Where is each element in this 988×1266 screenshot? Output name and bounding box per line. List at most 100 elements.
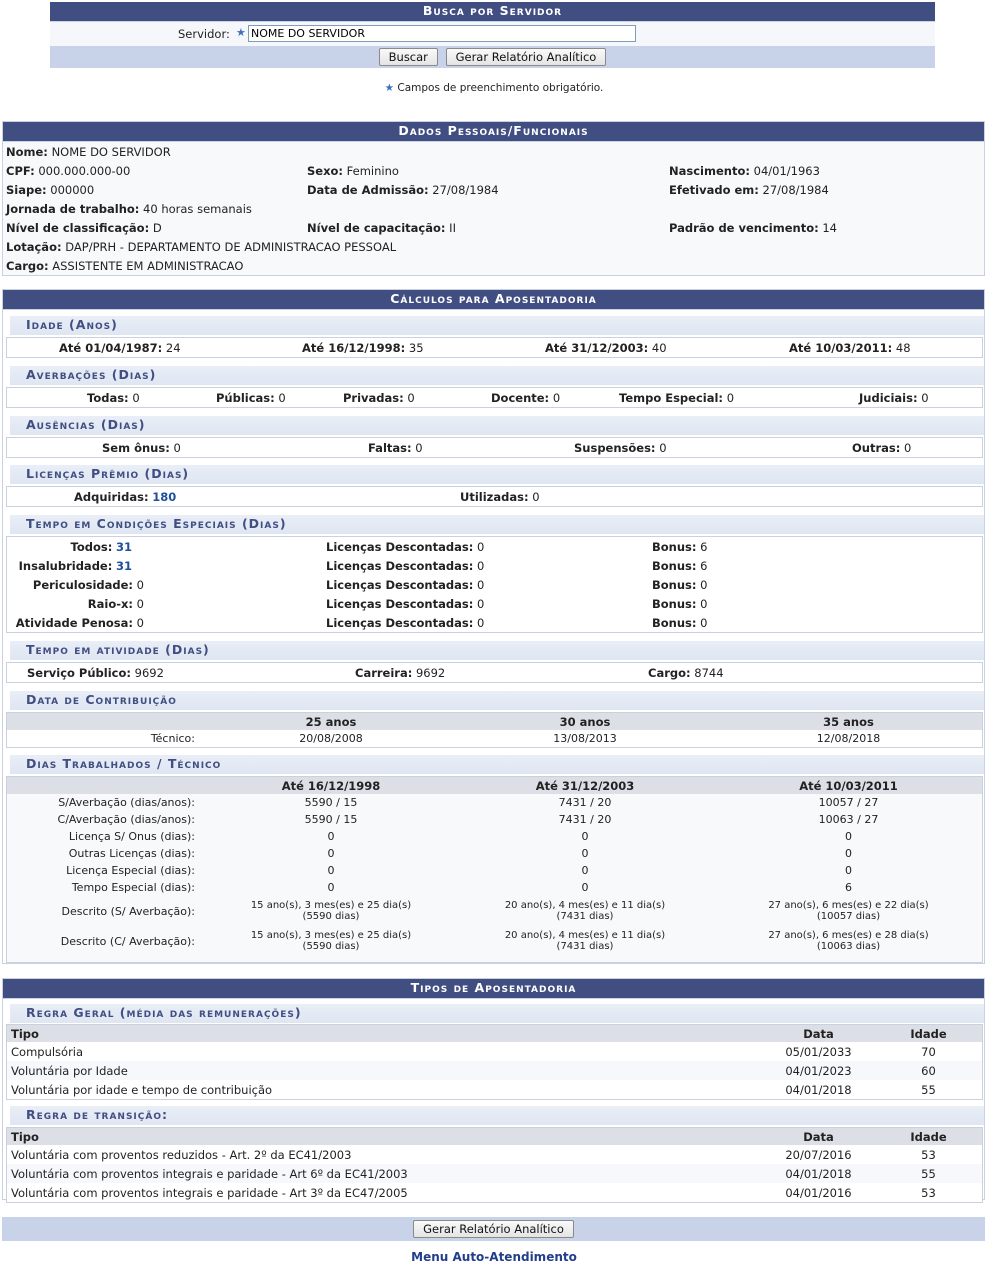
- descrito-line: 20 ano(s), 4 mes(es) e 11 dia(s): [504, 930, 666, 941]
- busca-panel: Busca por Servidor Servidor: ★ Buscar Ge…: [50, 2, 935, 68]
- averbacao-value: 0: [552, 391, 561, 405]
- licencas-descontadas-value: 0: [476, 616, 485, 630]
- tipo-header: Tipo: [7, 1025, 762, 1042]
- bonus-value: 6: [700, 540, 708, 554]
- atividade-value: 9692: [415, 666, 446, 680]
- calculos-panel: Cálculos para Aposentadoria Idade (Anos)…: [2, 289, 985, 964]
- servidor-label: Servidor:: [178, 27, 230, 41]
- gerar-relatorio-footer-button[interactable]: Gerar Relatório Analítico: [413, 1220, 574, 1238]
- dias-cell: 0: [327, 847, 335, 860]
- admissao-label: Data de Admissão:: [307, 183, 429, 197]
- siape-value: 000000: [50, 183, 95, 197]
- tipo-cell: Voluntária por Idade: [7, 1061, 762, 1080]
- ausencia-label: Outras:: [852, 441, 901, 455]
- regra-geral-header: Regra Geral (média das remunerações): [10, 1004, 984, 1023]
- averbacao-label: Todas:: [87, 391, 129, 405]
- ausencia-label: Sem ônus:: [102, 441, 170, 455]
- atividade-label: Carreira:: [355, 666, 413, 680]
- bonus-value: 0: [700, 616, 708, 630]
- table-row: Voluntária com proventos reduzidos - Art…: [7, 1145, 982, 1164]
- idade-value: 35: [408, 341, 424, 355]
- idade-label: Até 01/04/1987:: [59, 341, 163, 355]
- menu-auto-atendimento-link[interactable]: Menu Auto-Atendimento: [0, 1250, 988, 1264]
- bonus-label: Bonus:: [652, 578, 697, 592]
- dias-row-label: Licença S/ Onus (dias):: [68, 830, 195, 843]
- cargo-value: ASSISTENTE EM ADMINISTRACAO: [52, 259, 244, 273]
- averbacao-value: 0: [921, 391, 929, 405]
- tipo-cell: Voluntária com proventos integrais e par…: [7, 1164, 762, 1183]
- dias-row-label: Licença Especial (dias):: [66, 864, 195, 877]
- licencas-descontadas-label: Licenças Descontadas:: [326, 597, 474, 611]
- dias-cell: 5590 / 15: [304, 796, 358, 809]
- dias-header-cell: Até 10/03/2011: [715, 777, 982, 794]
- idade-value: 48: [895, 341, 911, 355]
- atividade-header: Tempo em atividade (Dias): [10, 641, 984, 660]
- dias-cell: 0: [327, 830, 335, 843]
- licencas-descontadas-value: 0: [476, 540, 485, 554]
- dados-pessoais-panel: Dados Pessoais/Funcionais Nome: NOME DO …: [2, 121, 985, 276]
- averbacao-value: 0: [278, 391, 286, 405]
- idade-cell: 53: [921, 1185, 936, 1200]
- dias-cell: 0: [581, 881, 589, 894]
- ausencia-value: 0: [659, 441, 667, 455]
- dias-row-label: C/Averbação (dias/anos):: [57, 813, 195, 826]
- bonus-value: 0: [700, 578, 708, 592]
- dados-body: Nome: NOME DO SERVIDOR CPF: 000.000.000-…: [3, 142, 984, 275]
- idade-cell: 55: [872, 1164, 982, 1183]
- licencas-descontadas-label: Licenças Descontadas:: [326, 540, 474, 554]
- averbacoes-header: Averbações (Dias): [10, 366, 984, 385]
- gerar-relatorio-button[interactable]: Gerar Relatório Analítico: [445, 48, 607, 66]
- licenca-value-link[interactable]: 180: [152, 490, 176, 504]
- especiais-box: Todos: 31 Licenças Descontadas: 0 Bonus:…: [6, 536, 983, 633]
- descrito-line: 27 ano(s), 6 mes(es) e 22 dia(s): [768, 900, 929, 911]
- cpf-label: CPF:: [6, 164, 35, 178]
- padrao-label: Padrão de vencimento:: [669, 221, 819, 235]
- data-header: Data: [762, 1128, 872, 1145]
- especial-label: Insalubridade:: [18, 559, 113, 573]
- sexo-value: Feminino: [346, 164, 399, 178]
- dias-box: Até 16/12/1998 Até 31/12/2003 Até 10/03/…: [6, 776, 983, 963]
- contribuicao-table: 25 anos 30 anos 35 anos Técnico: 20/08/2…: [7, 713, 982, 747]
- data-cell: 04/01/2023: [762, 1061, 872, 1080]
- tipo-header: Tipo: [7, 1128, 762, 1145]
- nascimento-value: 04/01/1963: [753, 164, 820, 178]
- nome-label: Nome:: [6, 145, 48, 159]
- averbacao-label: Públicas:: [216, 391, 275, 405]
- descrito-row-label: Descrito (S/ Averbação):: [61, 904, 195, 918]
- idade-cell: 53: [921, 1147, 936, 1162]
- dias-cell: 10057 / 27: [818, 796, 879, 809]
- especial-value-link[interactable]: 31: [116, 540, 132, 554]
- licencas-descontadas-value: 0: [476, 559, 485, 573]
- contribuicao-header-cell: 30 anos: [455, 713, 715, 730]
- nascimento-label: Nascimento:: [669, 164, 750, 178]
- admissao-value: 27/08/1984: [432, 183, 499, 197]
- siape-label: Siape:: [6, 183, 47, 197]
- contribuicao-cell: 12/08/2018: [816, 732, 881, 745]
- especial-label: Todos:: [70, 540, 113, 554]
- idade-header-cell: Idade: [872, 1128, 982, 1145]
- buscar-button[interactable]: Buscar: [378, 48, 438, 66]
- dias-cell: 0: [845, 830, 852, 843]
- tipo-cell: Voluntária por idade e tempo de contribu…: [11, 1082, 273, 1097]
- especial-label: Atividade Penosa:: [15, 616, 134, 630]
- dias-cell: 7431 / 20: [558, 796, 612, 809]
- descrito-days: (5590 dias): [302, 911, 360, 922]
- licencas-descontadas-label: Licenças Descontadas:: [326, 578, 474, 592]
- averbacao-value: 0: [726, 391, 735, 405]
- classificacao-value: D: [152, 221, 162, 235]
- idade-cell: 55: [921, 1082, 936, 1097]
- descrito-days: (10057 dias): [816, 911, 881, 922]
- required-note-text: Campos de preenchimento obrigatório.: [397, 82, 604, 94]
- table-row: Voluntária por idade e tempo de contribu…: [7, 1080, 982, 1099]
- servidor-input[interactable]: [248, 25, 636, 42]
- descrito-line: 27 ano(s), 6 mes(es) e 28 dia(s): [768, 930, 929, 941]
- efetivado-value: 27/08/1984: [762, 183, 829, 197]
- dias-cell: 0: [581, 864, 589, 877]
- idade-value: 40: [651, 341, 667, 355]
- ausencia-value: 0: [173, 441, 181, 455]
- ausencia-value: 0: [415, 441, 423, 455]
- licenca-value: 0: [532, 490, 540, 504]
- especial-value-link[interactable]: 31: [116, 559, 132, 573]
- dias-cell: 0: [845, 864, 852, 877]
- descrito-line: 15 ano(s), 3 mes(es) e 25 dia(s): [250, 900, 412, 911]
